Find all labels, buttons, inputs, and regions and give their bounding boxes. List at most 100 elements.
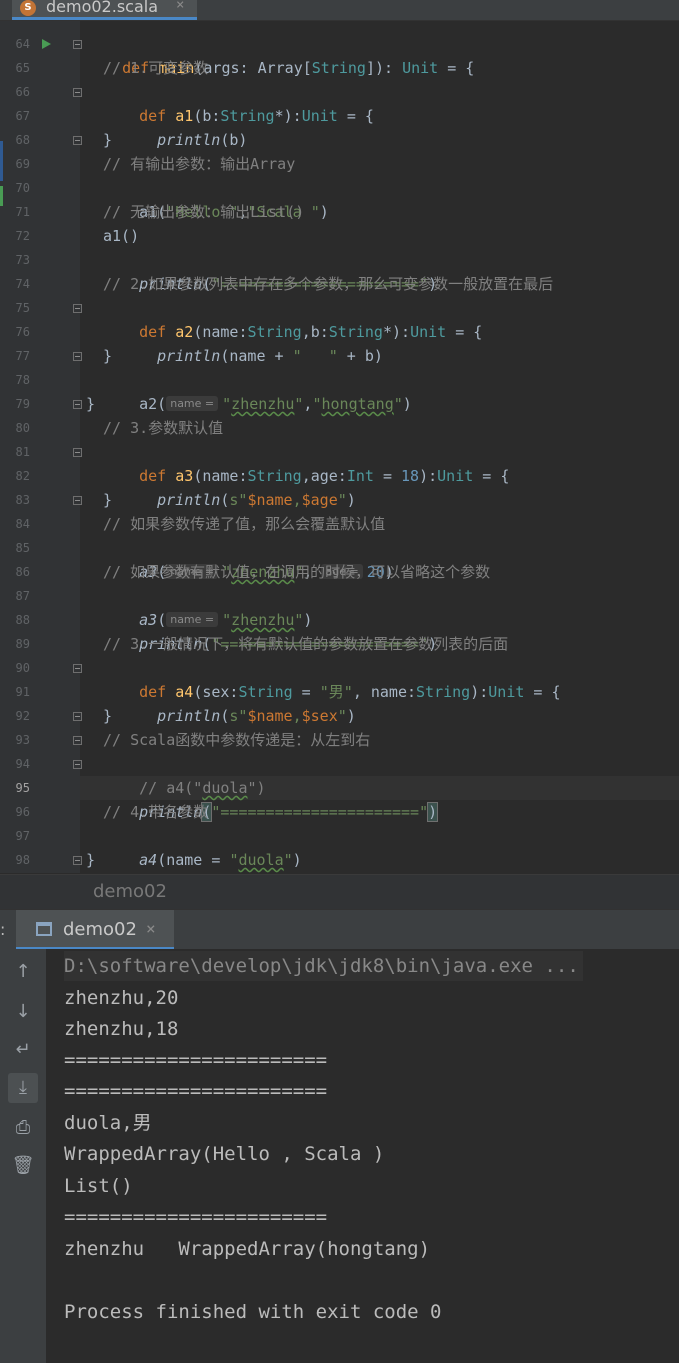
line-number[interactable]: 89 [0, 637, 30, 651]
code-line-96: // 4.带名参数 [103, 803, 209, 821]
run-gutter-icon[interactable] [42, 39, 51, 49]
console-line: ======================= [64, 1206, 328, 1228]
code-line-75: def a2(name:String,b:String*):Unit = { [139, 323, 483, 341]
console-output[interactable]: D:\software\develop\jdk\jdk8\bin\java.ex… [46, 949, 679, 1363]
line-number[interactable]: 80 [0, 421, 30, 435]
code-line-90: def a4(sex:String = "男", name:String):Un… [139, 683, 561, 701]
line-number[interactable]: 74 [0, 277, 30, 291]
code-line-73: println("======================") [139, 275, 438, 293]
run-tool-window-header: : demo02 × [0, 909, 679, 950]
code-line-74: // 2.如果参数列表中存在多个参数，那么可变参数一般放置在最后 [103, 275, 554, 293]
code-line-97: a4(name = "duola") [139, 851, 302, 869]
editor-tab-bar: S demo02.scala × [0, 0, 679, 21]
line-number[interactable]: 97 [0, 829, 30, 843]
line-number[interactable]: 75 [0, 301, 30, 315]
line-number[interactable]: 79 [0, 397, 30, 411]
scala-file-icon: S [20, 0, 36, 16]
breadcrumb-item[interactable]: demo02 [93, 881, 167, 902]
code-line-80: // 3.参数默认值 [103, 419, 224, 437]
run-tab-demo02[interactable]: demo02 × [16, 910, 174, 950]
editor-tab-demo02-scala[interactable]: S demo02.scala × [12, 0, 197, 20]
code-line-66: def a1(b:String*):Unit = { [139, 107, 374, 125]
line-number[interactable]: 87 [0, 589, 30, 603]
close-tab-icon[interactable]: × [176, 0, 184, 13]
code-line-92: } [103, 707, 113, 725]
close-run-tab-icon[interactable]: × [146, 919, 156, 938]
line-number[interactable]: 71 [0, 205, 30, 219]
line-number[interactable]: 77 [0, 349, 30, 363]
line-number[interactable]: 91 [0, 685, 30, 699]
code-line-77: } [103, 347, 113, 365]
line-number[interactable]: 73 [0, 253, 30, 267]
console-line: zhenzhu,18 [64, 1018, 179, 1040]
console-line: ======================= [64, 1049, 328, 1071]
code-line-98: } [86, 851, 96, 869]
line-number[interactable]: 95 [0, 781, 30, 795]
run-window-title: : [0, 920, 6, 939]
console-line: duola,男 [64, 1112, 152, 1134]
line-number[interactable]: 68 [0, 133, 30, 147]
code-line-65: // 1.可变参数 [103, 59, 209, 77]
trash-icon[interactable]: 🗑 [8, 1151, 38, 1181]
code-line-67: println(b) [157, 131, 248, 149]
code-line-70: a1("Hello ","Scala ") [139, 203, 329, 221]
console-line: ======================= [64, 1080, 328, 1102]
run-toolbar: ↑ ↓ ↵ ⤓ ⎙ 🗑 [0, 949, 46, 1363]
line-number[interactable]: 67 [0, 109, 30, 123]
line-number[interactable]: 69 [0, 157, 30, 171]
code-line-84: // 如果参数传递了值，那么会覆盖默认值 [103, 515, 386, 533]
code-line-89: // 3.一般情况下，将有默认值的参数放置在参数列表的后面 [103, 635, 509, 653]
console-icon [36, 922, 52, 936]
line-number[interactable]: 90 [0, 661, 30, 675]
code-line-91: println(s"$name,$sex") [157, 707, 356, 725]
line-number[interactable]: 92 [0, 709, 30, 723]
scroll-to-end-icon[interactable]: ⤓ [8, 1073, 38, 1103]
line-number[interactable]: 64 [0, 37, 30, 51]
code-line-79: } [86, 395, 96, 413]
line-number[interactable]: 86 [0, 565, 30, 579]
line-number[interactable]: 78 [0, 373, 30, 387]
arrow-down-icon[interactable]: ↓ [8, 997, 38, 1027]
code-line-94: // a4("duola") [139, 779, 266, 797]
console-line: List() [64, 1175, 133, 1197]
line-number[interactable]: 98 [0, 853, 30, 867]
line-number[interactable]: 96 [0, 805, 30, 819]
arrow-up-icon[interactable]: ↑ [8, 957, 38, 987]
soft-wrap-icon[interactable]: ↵ [8, 1035, 38, 1065]
line-number[interactable]: 66 [0, 85, 30, 99]
code-line-72: a1() [103, 227, 140, 245]
line-number[interactable]: 81 [0, 445, 30, 459]
run-tab-label: demo02 [63, 919, 137, 940]
line-number[interactable]: 72 [0, 229, 30, 243]
print-icon[interactable]: ⎙ [8, 1113, 38, 1143]
line-number[interactable]: 84 [0, 517, 30, 531]
code-line-85: a3(name = "zhenzhu", age = 20) [139, 563, 394, 581]
line-number[interactable]: 82 [0, 469, 30, 483]
code-line-64: def main(args: Array[String]): Unit = { [122, 59, 475, 77]
line-number[interactable]: 76 [0, 325, 30, 339]
line-number[interactable]: 70 [0, 181, 30, 195]
line-number[interactable]: 93 [0, 733, 30, 747]
code-line-88: println("======================") [139, 635, 438, 653]
console-line: WrappedArray(Hello , Scala ) [64, 1143, 385, 1165]
code-line-86: // 如果参数有默认值，在调用的时候，可以省略这个参数 [103, 563, 491, 581]
line-number[interactable]: 94 [0, 757, 30, 771]
code-line-78: a2(name = "zhenzhu","hongtang") [139, 395, 412, 413]
console-line: zhenzhu,20 [64, 987, 179, 1009]
console-command-line[interactable]: D:\software\develop\jdk\jdk8\bin\java.ex… [64, 951, 583, 981]
line-number[interactable]: 83 [0, 493, 30, 507]
line-number[interactable]: 88 [0, 613, 30, 627]
code-line-95: println("======================") [139, 802, 439, 822]
line-number[interactable]: 65 [0, 61, 30, 75]
line-number[interactable]: 85 [0, 541, 30, 555]
console-line: zhenzhu WrappedArray(hongtang) [64, 1238, 431, 1260]
breadcrumb[interactable]: demo02 [0, 874, 679, 909]
code-line-76: println(name + " " + b) [157, 347, 383, 365]
code-editor[interactable]: def main(args: Array[String]): Unit = { … [80, 21, 679, 873]
code-line-87: a3(name = "zhenzhu") [139, 611, 313, 629]
code-line-68: } [103, 131, 113, 149]
code-line-81: def a3(name:String,age:Int = 18):Unit = … [139, 467, 510, 485]
console-exit-line: Process finished with exit code 0 [64, 1301, 442, 1323]
code-line-93: // Scala函数中参数传递是：从左到右 [103, 731, 371, 749]
code-line-83: } [103, 491, 113, 509]
